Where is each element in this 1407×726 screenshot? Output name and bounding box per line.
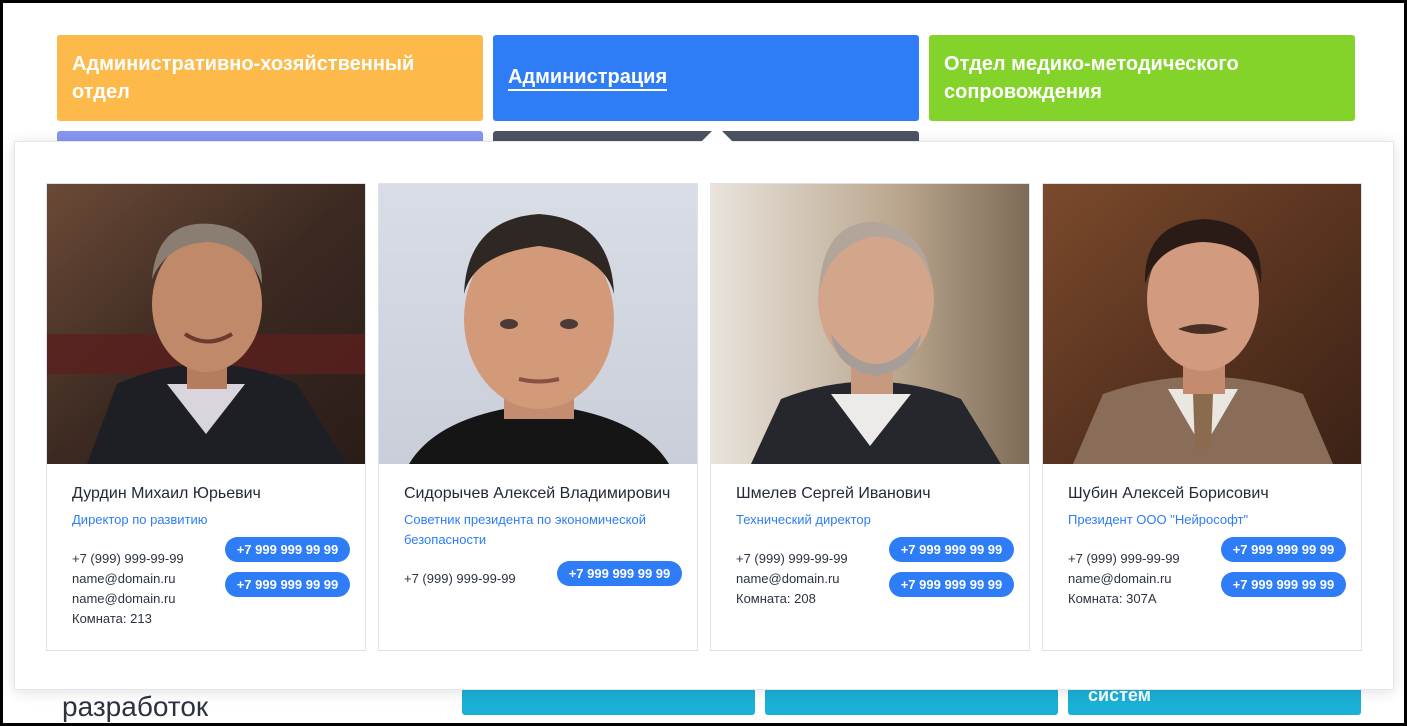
employee-role: Советник президента по экономической без… [404, 512, 646, 547]
employee-photo [1043, 184, 1361, 464]
employee-contacts: +7 (999) 999-99-99 +7 999 999 99 99 [404, 561, 682, 589]
popup-arrow [701, 126, 733, 142]
phone-button[interactable]: +7 999 999 99 99 [889, 537, 1014, 562]
employee-photo [711, 184, 1029, 464]
room-text: Комната: 213 [72, 611, 152, 626]
tab-household-department[interactable]: Административно-хозяйственный отдел [57, 35, 483, 121]
employee-card: Шубин Алексей Борисович Президент ООО "Н… [1042, 183, 1362, 651]
employee-contacts: +7 (999) 999-99-99 name@domain.ru name@d… [72, 537, 350, 629]
phone-button[interactable]: +7 999 999 99 99 [1221, 572, 1346, 597]
employee-photo [47, 184, 365, 464]
employee-role: Технический директор [736, 512, 871, 527]
phone-buttons: +7 999 999 99 99 +7 999 999 99 99 [1221, 537, 1346, 607]
phone-button[interactable]: +7 999 999 99 99 [557, 561, 682, 586]
tab-medical-department[interactable]: Отдел медико-методического сопровождения [929, 35, 1355, 121]
employee-contacts: +7 (999) 999-99-99 name@domain.ru Комнат… [1068, 537, 1346, 609]
employee-photo [379, 184, 697, 464]
section-title: разработок [62, 691, 209, 722]
employees-popup: Дурдин Михаил Юрьевич Директор по развит… [14, 126, 1394, 690]
phone-button[interactable]: +7 999 999 99 99 [1221, 537, 1346, 562]
employee-contacts: +7 (999) 999-99-99 name@domain.ru Комнат… [736, 537, 1014, 609]
employee-card: Дурдин Михаил Юрьевич Директор по развит… [46, 183, 366, 651]
phone-buttons: +7 999 999 99 99 +7 999 999 99 99 [889, 537, 1014, 607]
phone-buttons: +7 999 999 99 99 +7 999 999 99 99 [225, 537, 350, 607]
phone-button[interactable]: +7 999 999 99 99 [225, 572, 350, 597]
tab-household-label: Административно-хозяйственный отдел [72, 53, 415, 103]
phone-button[interactable]: +7 999 999 99 99 [225, 537, 350, 562]
employee-card: Сидорычев Алексей Владимирович Советник … [378, 183, 698, 651]
employee-name: Сидорычев Алексей Владимирович [404, 485, 671, 502]
employee-name: Шмелев Сергей Иванович [736, 485, 931, 502]
employee-role: Директор по развитию [72, 512, 208, 527]
tab-administration-label: Администрация [508, 66, 668, 91]
tab-administration[interactable]: Администрация [493, 35, 919, 121]
employee-name: Дурдин Михаил Юрьевич [72, 485, 261, 502]
phone-button[interactable]: +7 999 999 99 99 [889, 572, 1014, 597]
employee-card: Шмелев Сергей Иванович Технический дирек… [710, 183, 1030, 651]
phone-buttons: +7 999 999 99 99 [557, 561, 682, 596]
employee-name: Шубин Алексей Борисович [1068, 485, 1269, 502]
employee-role: Президент ООО "Нейрософт" [1068, 512, 1249, 527]
tab-medical-label: Отдел медико-методического сопровождения [944, 53, 1239, 103]
